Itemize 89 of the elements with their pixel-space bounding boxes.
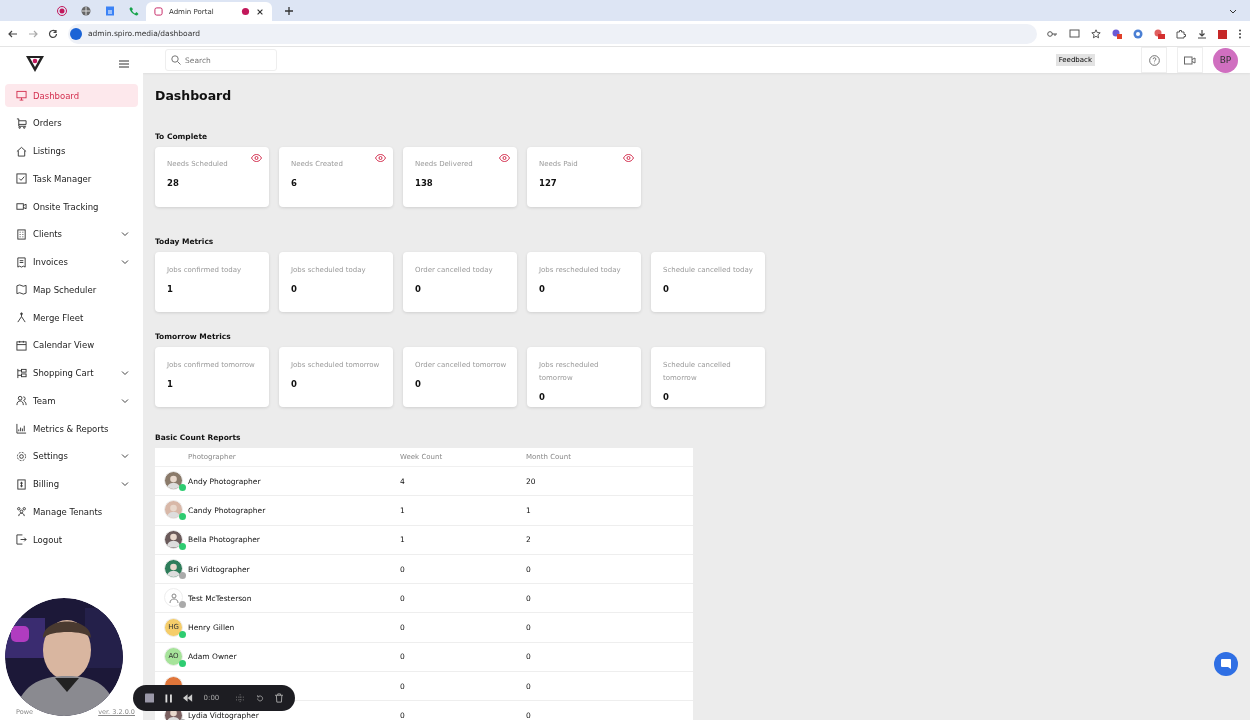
sidebar-item[interactable]: Shopping Cart (5, 361, 138, 385)
more-icon[interactable] (1238, 28, 1242, 39)
search-icon (171, 55, 181, 65)
site-icon (154, 7, 163, 16)
rewind-icon[interactable] (183, 694, 193, 702)
home-icon (16, 145, 27, 157)
key-icon[interactable] (1047, 28, 1058, 39)
sidebar-item[interactable]: Dashboard (5, 84, 138, 107)
calendar-icon (16, 339, 27, 351)
eye-icon[interactable] (375, 154, 386, 162)
card-value: 138 (415, 178, 434, 188)
receipt-icon (16, 256, 27, 268)
card-value: 1 (167, 379, 174, 389)
menu-icon[interactable] (119, 60, 129, 68)
card-value: 0 (539, 284, 546, 294)
card-value: 0 (663, 284, 670, 294)
card-value: 0 (539, 392, 546, 402)
new-tab-icon[interactable] (284, 5, 294, 16)
video-camera-icon (16, 201, 27, 212)
logo-icon[interactable] (26, 56, 44, 72)
card-value: 0 (415, 379, 422, 389)
pause-icon[interactable] (165, 693, 173, 703)
card-value: 0 (291, 379, 298, 389)
extension-icon[interactable] (1112, 28, 1122, 39)
trash-icon[interactable] (274, 693, 283, 703)
card-value: 0 (663, 392, 670, 402)
hierarchy-icon (16, 367, 27, 379)
help-icon (1148, 54, 1160, 66)
sidebar-item[interactable]: Onsite Tracking (5, 195, 138, 218)
close-icon[interactable] (256, 7, 264, 16)
building-icon (16, 228, 27, 240)
sidebar-item[interactable]: Billing (5, 472, 138, 496)
record-icon[interactable] (57, 5, 67, 16)
settings-icon (16, 450, 27, 462)
extension-icon[interactable] (1218, 28, 1227, 39)
chart-icon (16, 423, 27, 434)
chat-icon (1220, 658, 1232, 670)
puzzle-icon[interactable] (1176, 28, 1186, 39)
monitor-icon (16, 90, 27, 101)
phone-icon[interactable] (129, 5, 139, 16)
sidebar-item[interactable]: Logout (5, 528, 138, 551)
star-icon[interactable] (1091, 28, 1101, 39)
card-value: 28 (167, 178, 180, 188)
bill-icon (16, 478, 27, 490)
back-icon[interactable] (8, 28, 18, 39)
sidebar-item[interactable]: Metrics & Reports (5, 417, 138, 440)
eye-icon[interactable] (623, 154, 634, 162)
video-button[interactable] (1177, 47, 1203, 73)
video-camera-icon (1184, 55, 1196, 65)
people-icon (16, 395, 27, 407)
help-button[interactable] (1141, 47, 1167, 73)
user-avatar[interactable]: BP (1213, 47, 1238, 73)
card-value: 0 (415, 284, 422, 294)
card-value: 127 (539, 178, 558, 188)
logout-icon (16, 534, 27, 545)
sidebar-item[interactable]: Map Scheduler (5, 278, 138, 302)
map-icon (16, 284, 27, 296)
forward-icon[interactable] (28, 28, 38, 39)
avatar (164, 588, 183, 608)
sidebar-item[interactable]: Manage Tenants (5, 500, 138, 524)
grid-icon[interactable] (236, 693, 245, 703)
extension-icon[interactable] (1133, 28, 1143, 39)
sidebar-item[interactable]: Merge Fleet (5, 306, 138, 329)
cart-icon (16, 117, 27, 129)
sidebar-item[interactable]: Settings (5, 444, 138, 468)
eye-icon[interactable] (251, 154, 262, 162)
sidebar-item[interactable]: Invoices (5, 250, 138, 274)
stop-icon[interactable] (145, 693, 155, 703)
card-value: 6 (291, 178, 298, 188)
person-icon (16, 312, 27, 323)
checkbox-icon (16, 173, 27, 185)
reload-icon[interactable] (48, 28, 58, 39)
document-icon[interactable] (105, 5, 115, 16)
group-icon (16, 506, 27, 518)
sidebar-item[interactable]: Orders (5, 111, 138, 135)
globe-icon[interactable] (81, 5, 91, 16)
card-value: 1 (167, 284, 174, 294)
page-title: Dashboard (155, 88, 233, 103)
sidebar-item[interactable]: Calendar View (5, 333, 138, 357)
sidebar-item[interactable]: Listings (5, 139, 138, 163)
sidebar-item[interactable]: Clients (5, 222, 138, 246)
eye-icon[interactable] (499, 154, 510, 162)
download-icon[interactable] (1197, 28, 1207, 39)
sidebar-item[interactable]: Team (5, 389, 138, 413)
record-icon (241, 7, 250, 16)
sidebar-item[interactable]: Task Manager (5, 167, 138, 191)
restart-icon[interactable] (255, 693, 264, 703)
card-value: 0 (291, 284, 298, 294)
extension-icon[interactable] (1154, 28, 1165, 39)
